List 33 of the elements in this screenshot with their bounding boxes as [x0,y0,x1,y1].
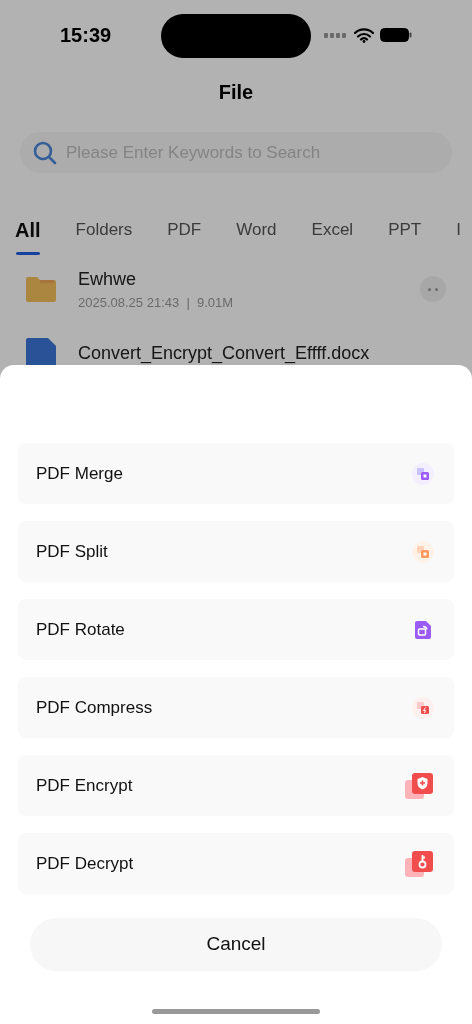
action-item[interactable]: PDF Merge [18,443,454,504]
filter-tab[interactable]: Folders [75,215,133,243]
filter-tab[interactable]: I [456,215,461,243]
action-item[interactable]: PDF Encrypt [18,755,454,816]
action-item[interactable]: PDF Decrypt [18,833,454,894]
more-icon [428,287,438,291]
merge-icon [412,462,434,485]
filter-tab[interactable]: All [15,215,41,255]
cancel-button[interactable]: Cancel [30,918,442,971]
filter-tab[interactable]: Word [236,215,277,243]
action-item[interactable]: PDF Compress [18,677,454,738]
shield-icon [404,771,434,800]
filter-tab[interactable]: PPT [388,215,422,243]
page-title: File [218,80,254,105]
more-button[interactable] [420,276,446,302]
filter-tab[interactable]: PDF [167,215,202,243]
battery-icon [380,28,412,42]
split-icon [412,540,434,563]
action-item[interactable]: PDF Split [18,521,454,582]
filter-tab[interactable]: Excel [311,215,354,243]
rotate-file-icon [412,618,434,641]
status-time: 15:39 [60,23,112,48]
key-icon [404,849,434,878]
folder-icon [26,276,56,302]
file-name: Convert_Encrypt_Convert_Effff.docx [78,341,371,366]
file-name: Ewhwe [78,267,138,291]
document-icon [26,338,56,368]
compress-icon [412,696,434,719]
signal-icon [324,32,348,38]
search-icon [32,139,58,166]
action-item[interactable]: PDF Rotate [18,599,454,660]
file-meta: 2025.08.25 21:43 | 9.01M [78,293,235,312]
wifi-icon [354,27,374,43]
